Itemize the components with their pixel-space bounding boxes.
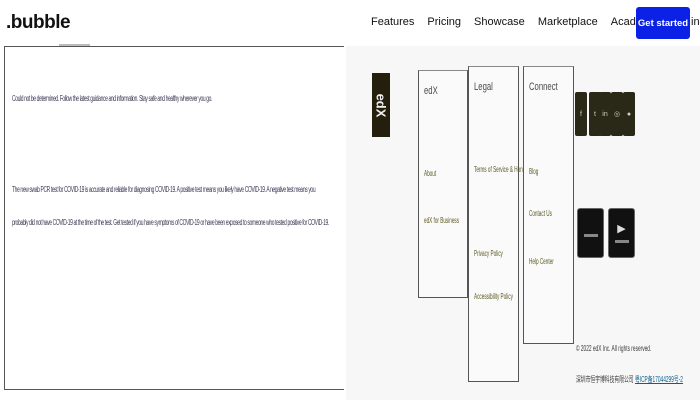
store-label-bar bbox=[583, 234, 598, 237]
nav-link-showcase[interactable]: Showcase bbox=[474, 16, 525, 28]
footer-column-edx: edX About edX for Business bbox=[418, 70, 468, 298]
article-pane: Could not be determined. Follow the late… bbox=[4, 46, 344, 390]
google-play-icon: ▶ bbox=[617, 222, 626, 235]
footer-link-about[interactable]: About bbox=[424, 169, 436, 178]
google-play-badge[interactable]: ▶ bbox=[608, 208, 635, 258]
article-paragraph: Could not be determined. Follow the late… bbox=[12, 94, 213, 103]
icp-company-text: 深圳市恒宇博科技有限公司 bbox=[576, 375, 634, 384]
edx-logo[interactable]: edX bbox=[372, 73, 390, 137]
top-navigation: .bubble Features Pricing Showcase Market… bbox=[0, 0, 700, 46]
reddit-icon[interactable]: ● bbox=[623, 92, 635, 136]
logo-underline bbox=[59, 44, 90, 46]
footer-link-privacy[interactable]: Privacy Policy bbox=[474, 249, 503, 258]
nav-link-features[interactable]: Features bbox=[371, 16, 414, 28]
footer-link-edx-for-business[interactable]: edX for Business bbox=[424, 216, 459, 225]
footer-pane: edX edX About edX for Business Legal Ter… bbox=[346, 46, 700, 400]
page: .bubble Features Pricing Showcase Market… bbox=[0, 0, 700, 400]
store-label-bar bbox=[614, 239, 629, 243]
footer-link-help-center[interactable]: Help Center bbox=[529, 257, 554, 266]
footer-link-blog[interactable]: Blog bbox=[529, 167, 538, 176]
icp-link[interactable]: 粤ICP备17044299号-2 bbox=[635, 375, 683, 384]
instagram-icon[interactable]: ◎ bbox=[611, 92, 623, 136]
nav-link-pricing[interactable]: Pricing bbox=[427, 16, 461, 28]
footer-column-connect: Connect Blog Contact Us Help Center bbox=[523, 66, 574, 344]
bubble-logo[interactable]: .bubble bbox=[6, 12, 71, 34]
footer-link-contact[interactable]: Contact Us bbox=[529, 209, 552, 218]
footer-link-accessibility[interactable]: Accessibility Policy bbox=[474, 292, 513, 301]
linkedin-icon[interactable]: in bbox=[599, 92, 611, 136]
icp-registration: 深圳市恒宇博科技有限公司 粤ICP备17044299号-2 bbox=[576, 374, 683, 385]
footer-column-title: edX bbox=[424, 85, 438, 97]
footer-column-title: Connect bbox=[529, 81, 558, 93]
copyright-text: © 2022 edX Inc. All rights reserved. bbox=[576, 344, 652, 353]
footer-column-title: Legal bbox=[474, 81, 493, 93]
article-paragraph: The new swab PCR test for COVID-19 is ac… bbox=[12, 185, 316, 194]
get-started-button[interactable]: Get started bbox=[636, 7, 690, 39]
article-paragraph: probably did not have COVID-19 at the ti… bbox=[12, 218, 329, 227]
edx-logo-text: edX bbox=[373, 93, 389, 117]
nav-link-marketplace[interactable]: Marketplace bbox=[538, 16, 598, 28]
facebook-icon[interactable]: f bbox=[575, 92, 587, 136]
footer-column-legal: Legal Terms of Service & Honor Code Priv… bbox=[468, 66, 539, 382]
app-store-badge[interactable] bbox=[577, 208, 604, 258]
